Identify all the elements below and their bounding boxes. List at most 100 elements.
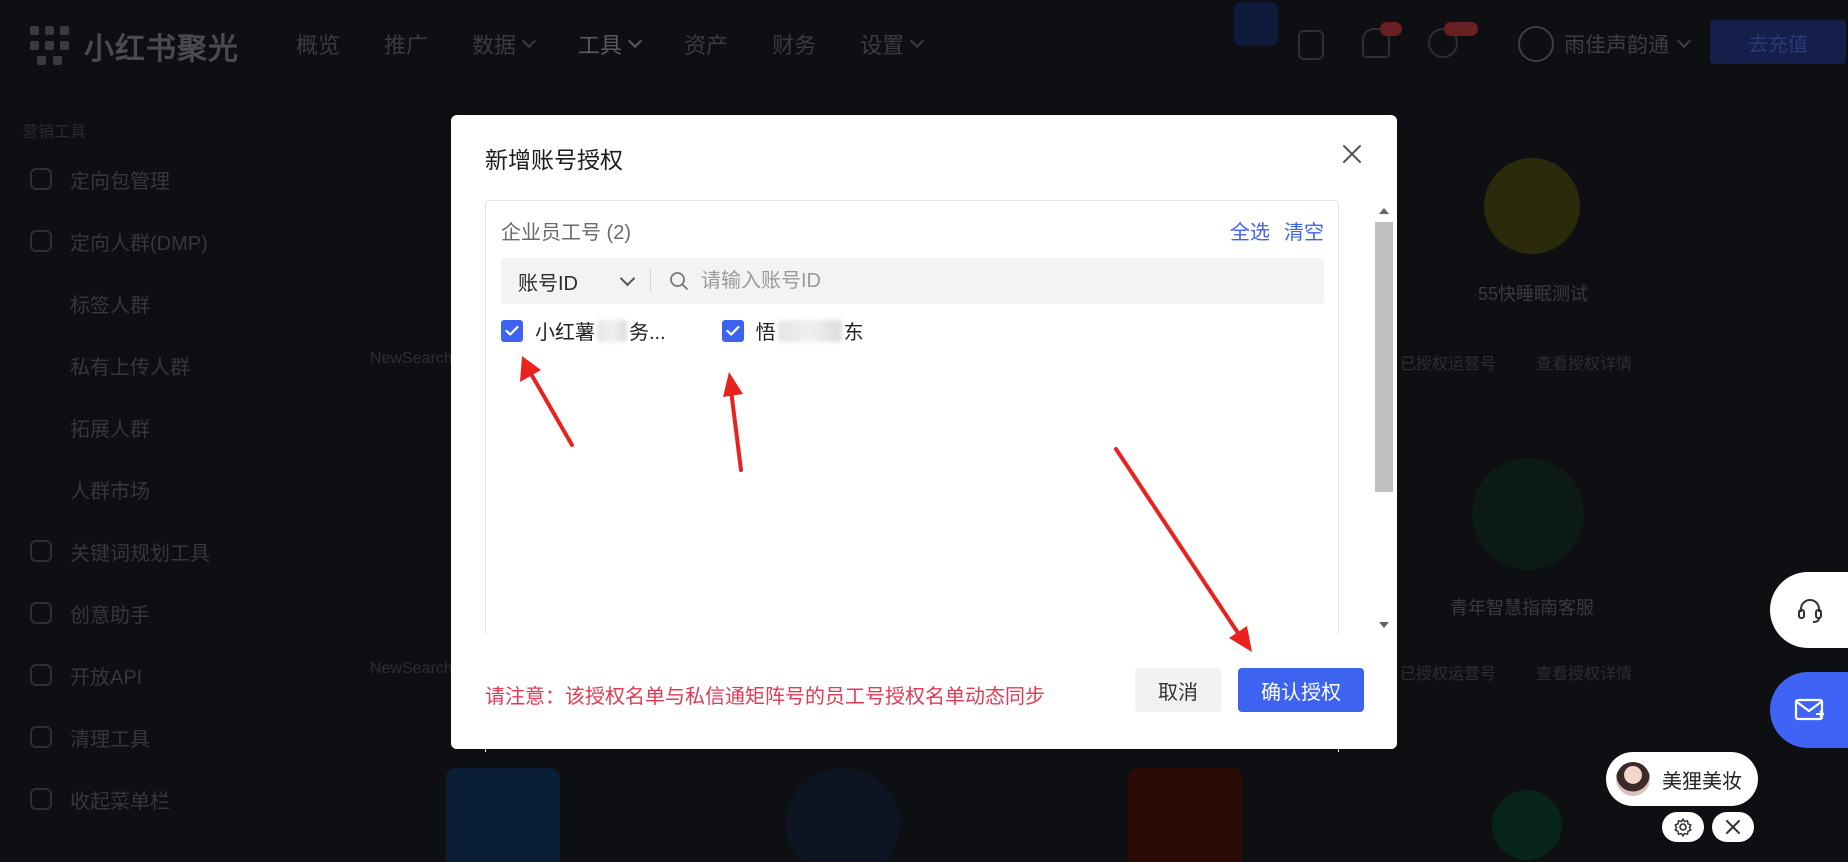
top-navigation-bar: 小红书聚光 概览 推广 数据 工具 资产 财务 设置 67 9282 雨佳声韵通… — [0, 0, 1848, 88]
sidebar-item-label: 拓展人群 — [70, 418, 150, 441]
sidebar-item-tag-audience[interactable]: 标签人群 — [0, 272, 290, 334]
app-tile — [1128, 768, 1242, 862]
account-name: 悟 东 — [756, 316, 864, 345]
scroll-up-icon[interactable] — [1379, 208, 1389, 214]
nav-item-data[interactable]: 数据 — [472, 28, 537, 60]
redacted-mask — [777, 319, 842, 342]
message-center-button[interactable] — [1770, 672, 1848, 748]
card-title: 青年智慧指南客服 — [1450, 598, 1594, 618]
filter-field-select[interactable]: 账号ID — [501, 258, 651, 304]
notification-badge: 67 — [1380, 22, 1403, 36]
sidebar-item-targeting[interactable]: 定向包管理 — [0, 148, 290, 210]
chat-close-button[interactable] — [1712, 812, 1754, 842]
api-icon — [30, 664, 52, 686]
account-name: 小红薯 务... — [535, 316, 666, 345]
nav-item-settings[interactable]: 设置 — [860, 28, 925, 60]
user-name: 雨佳声韵通 — [1564, 34, 1669, 57]
sidebar-item-creative[interactable]: 创意助手 — [0, 582, 290, 644]
account-filter-bar: 账号ID — [501, 258, 1324, 304]
app-tile — [446, 768, 560, 862]
nav-item-promotion[interactable]: 推广 — [384, 28, 428, 60]
card-meta: NewSearch — [370, 660, 453, 677]
nav-item-label: 工具 — [578, 33, 623, 58]
card-meta: 已授权运营号 — [1400, 666, 1497, 683]
account-name-prefix: 悟 — [755, 322, 776, 344]
quick-action-icon[interactable] — [1234, 2, 1278, 46]
sidebar-item-label: 收起菜单栏 — [70, 790, 170, 813]
mail-icon — [1794, 698, 1825, 721]
sidebar-group-label: 营销工具 — [22, 124, 87, 141]
app-tile — [1492, 790, 1562, 860]
panel-title: 企业员工号 (2) — [501, 222, 631, 244]
sidebar-item-label: 关键词规划工具 — [70, 542, 210, 565]
sidebar-item-expand-audience[interactable]: 拓展人群 — [0, 396, 290, 458]
sidebar-item-keyword-tool[interactable]: 关键词规划工具 — [0, 520, 290, 582]
dialog-title: 新增账号授权 — [485, 147, 623, 173]
app-logo[interactable]: 小红书聚光 — [28, 24, 239, 68]
sidebar-item-cleanup[interactable]: 清理工具 — [0, 706, 290, 768]
panel-scrollbar[interactable] — [1373, 200, 1395, 634]
close-icon — [1726, 820, 1740, 834]
sidebar-item-audience-market[interactable]: 人群市场 — [0, 458, 290, 520]
user-menu[interactable]: 雨佳声韵通 — [1518, 26, 1692, 62]
account-name-suffix: 东 — [843, 322, 864, 344]
sync-notice: 请注意：该授权名单与私信通矩阵号的员工号授权名单动态同步 — [485, 686, 1045, 708]
account-avatar — [1484, 158, 1580, 254]
broom-icon — [30, 726, 52, 748]
account-option[interactable]: 小红薯 务... — [501, 316, 666, 345]
redacted-mask — [597, 319, 627, 342]
app-tile — [786, 768, 900, 862]
sidebar-item-dmp[interactable]: 定向人群(DMP) — [0, 210, 290, 272]
sidebar-item-open-api[interactable]: 开放API — [0, 644, 290, 706]
card-meta: NewSearch — [370, 350, 453, 367]
nav-item-assets[interactable]: 资产 — [684, 28, 728, 60]
message-badge: 9282 — [1444, 22, 1479, 36]
panel-actions: 全选 清空 — [1230, 216, 1324, 245]
search-box — [651, 258, 1324, 304]
sidebar-item-label: 标签人群 — [70, 294, 150, 317]
sidebar-item-label: 私有上传人群 — [70, 356, 190, 379]
logo-text: 小红书聚光 — [84, 33, 239, 66]
headset-icon — [1798, 599, 1822, 623]
account-name-suffix: 务... — [629, 322, 666, 344]
chevron-down-icon — [619, 270, 636, 286]
sidebar-item-private-upload[interactable]: 私有上传人群 — [0, 334, 290, 396]
nav-item-finance[interactable]: 财务 — [772, 28, 816, 60]
recharge-button[interactable]: 去充值 — [1710, 20, 1846, 64]
nav-item-tools[interactable]: 工具 — [578, 28, 643, 60]
nav-item-label: 数据 — [472, 33, 517, 58]
card-link[interactable]: 查看授权详情 — [1536, 660, 1632, 684]
gear-icon — [1674, 818, 1692, 837]
card-link[interactable]: 查看授权详情 — [1536, 350, 1632, 374]
sidebar-item-label: 创意助手 — [70, 604, 150, 627]
customer-support-button[interactable] — [1770, 572, 1848, 648]
sidebar: 营销工具 定向包管理 定向人群(DMP) 标签人群 私有上传人群 拓展人群 人群… — [0, 118, 290, 830]
checkbox-checked-icon[interactable] — [501, 319, 523, 342]
main-nav: 概览 推广 数据 工具 资产 财务 设置 — [296, 28, 925, 60]
account-id-search-input[interactable] — [701, 269, 1301, 293]
cancel-button[interactable]: 取消 — [1135, 668, 1221, 712]
chevron-down-icon — [1676, 33, 1692, 49]
key-icon — [30, 540, 52, 562]
filter-field-value: 账号ID — [518, 272, 578, 295]
scrollbar-thumb[interactable] — [1375, 222, 1393, 492]
sidebar-item-label: 开放API — [70, 666, 143, 689]
confirm-authorization-button[interactable]: 确认授权 — [1238, 668, 1364, 712]
nav-item-overview[interactable]: 概览 — [296, 28, 340, 60]
chevron-down-icon — [627, 33, 643, 49]
select-all-link[interactable]: 全选 — [1230, 216, 1270, 245]
add-account-authorization-dialog: 新增账号授权 企业员工号 (2) 全选 清空 账号ID 请输入账号ID 小红薯 … — [451, 115, 1397, 752]
sidebar-item-label: 人群市场 — [70, 480, 150, 503]
sidebar-collapse[interactable]: 收起菜单栏 — [0, 768, 290, 830]
chat-settings-button[interactable] — [1662, 812, 1704, 842]
scroll-down-icon[interactable] — [1379, 622, 1389, 628]
sidebar-item-label: 清理工具 — [70, 728, 150, 751]
clear-link[interactable]: 清空 — [1284, 216, 1324, 245]
checkbox-checked-icon[interactable] — [721, 319, 744, 342]
close-icon[interactable] — [1339, 141, 1365, 167]
chat-account-chip[interactable]: 美狸美妆 — [1606, 752, 1758, 806]
card-title: 55快睡眠测试 — [1478, 284, 1589, 304]
document-icon[interactable] — [1298, 30, 1324, 60]
account-option[interactable]: 悟 东 — [721, 316, 864, 345]
account-list: 小红薯 务... 悟 东 — [501, 316, 864, 345]
